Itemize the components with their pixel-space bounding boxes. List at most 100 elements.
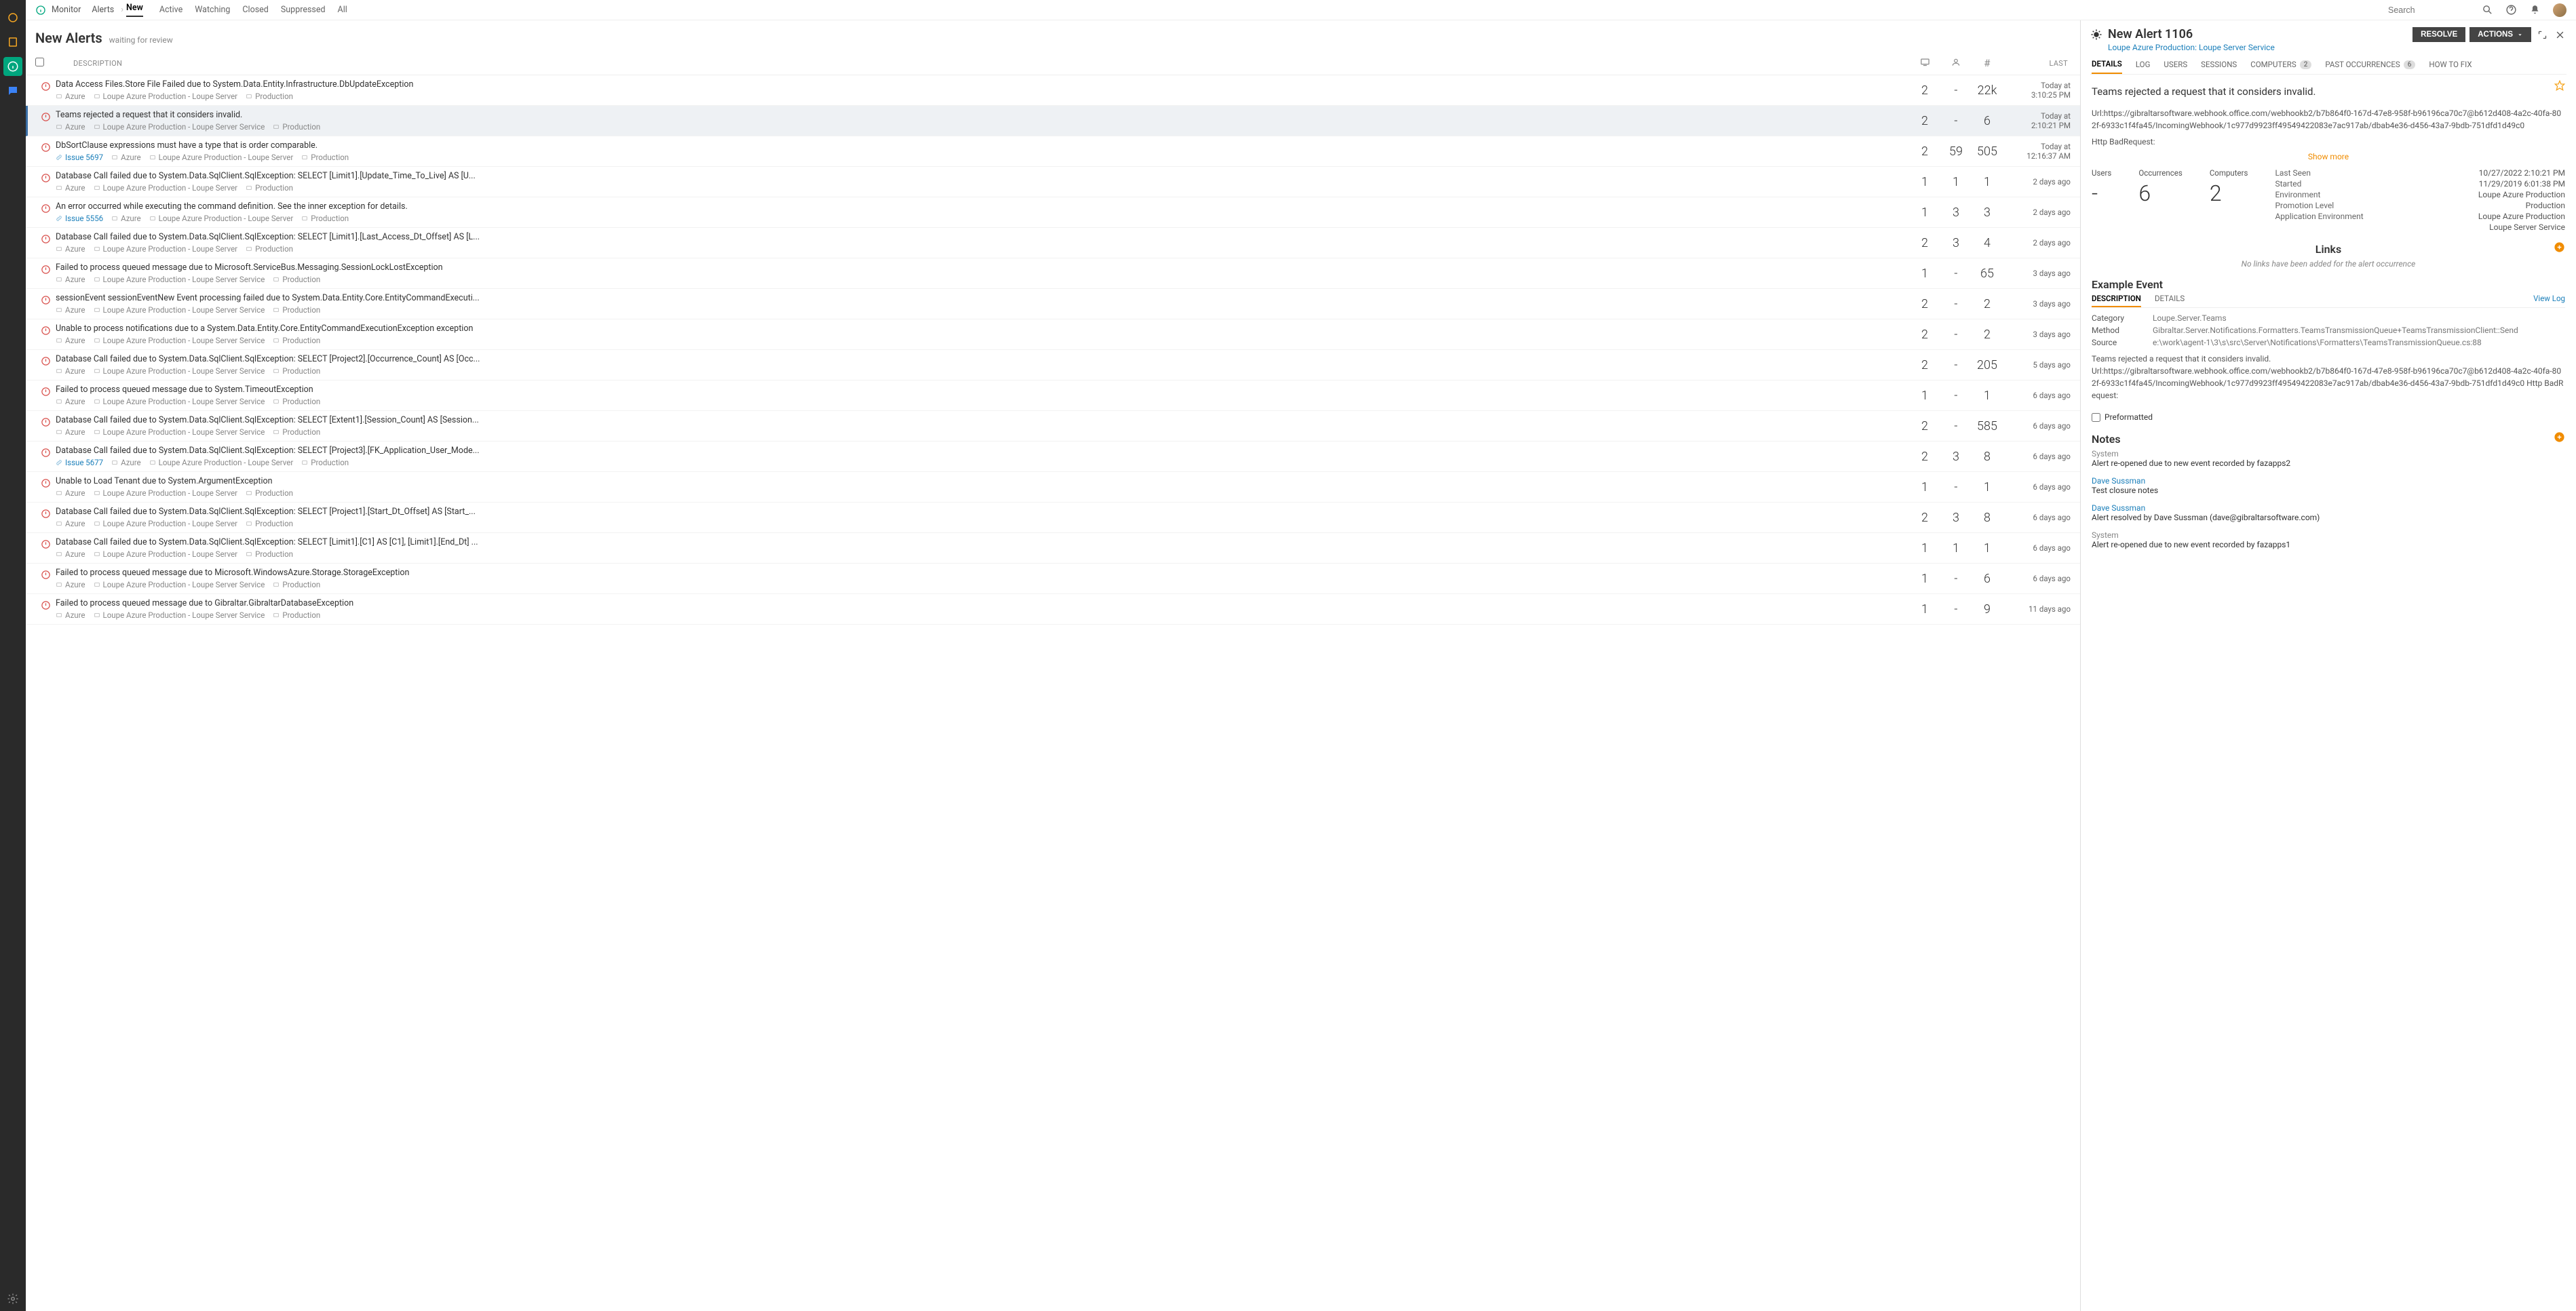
col-users: - xyxy=(1940,602,1972,617)
example-event-title: Example Event xyxy=(2092,278,2565,291)
crumb-alerts[interactable]: Alerts xyxy=(92,5,114,15)
alert-title: Data Access Files.Store File Failed due … xyxy=(56,79,1909,90)
user-avatar[interactable] xyxy=(2553,3,2567,17)
col-count: 1 xyxy=(1972,389,2003,403)
col-computers: 2 xyxy=(1909,236,1940,250)
tab-past-occurrences[interactable]: PAST OCCURRENCES6 xyxy=(2325,59,2415,74)
tab-sessions[interactable]: SESSIONS xyxy=(2201,59,2237,74)
alert-row[interactable]: Failed to process queued message due to … xyxy=(26,564,2080,594)
add-note-button[interactable] xyxy=(2554,431,2565,446)
alert-row[interactable]: Failed to process queued message due to … xyxy=(26,594,2080,625)
kv-promo-v: Production xyxy=(2377,201,2565,210)
tab-active[interactable]: Active xyxy=(159,5,182,15)
page-subtitle: waiting for review xyxy=(109,35,173,45)
view-log-link[interactable]: View Log xyxy=(2533,294,2565,307)
alert-row[interactable]: Database Call failed due to System.Data.… xyxy=(26,533,2080,564)
actions-button[interactable]: ACTIONS xyxy=(2469,27,2531,42)
col-last: 6 days ago xyxy=(2003,446,2071,467)
rail-item-2[interactable] xyxy=(3,33,22,52)
alert-row[interactable]: Database Call failed due to System.Data.… xyxy=(26,411,2080,442)
alert-row[interactable]: Teams rejected a request that it conside… xyxy=(26,106,2080,136)
rail-item-chat[interactable] xyxy=(3,81,22,100)
resolve-button[interactable]: RESOLVE xyxy=(2412,27,2465,42)
search-icon[interactable] xyxy=(2482,4,2493,16)
alert-row[interactable]: Failed to process queued message due to … xyxy=(26,380,2080,411)
alert-row[interactable]: sessionEvent sessionEventNew Event proce… xyxy=(26,289,2080,319)
col-computers: 2 xyxy=(1909,144,1940,159)
col-count: 1 xyxy=(1972,541,2003,555)
alert-row[interactable]: Database Call failed due to System.Data.… xyxy=(26,350,2080,380)
subtab-details[interactable]: DETAILS xyxy=(2155,294,2185,307)
env-tag: Production xyxy=(273,305,320,315)
col-last: 6 days ago xyxy=(2003,537,2071,559)
col-computers: 1 xyxy=(1909,389,1940,403)
note-author: System xyxy=(2092,449,2565,458)
tenant-tag: Azure xyxy=(56,275,85,284)
expand-button[interactable] xyxy=(2535,28,2549,41)
select-all-checkbox[interactable] xyxy=(35,58,44,66)
tab-computers[interactable]: COMPUTERS2 xyxy=(2250,59,2311,74)
col-users: 59 xyxy=(1940,144,1972,159)
add-link-button[interactable] xyxy=(2554,241,2565,256)
alert-row[interactable]: Database Call failed due to System.Data.… xyxy=(26,503,2080,533)
issue-link[interactable]: Issue 5697 xyxy=(56,153,103,162)
preformatted-checkbox[interactable] xyxy=(2092,413,2100,422)
alert-row[interactable]: Database Call failed due to System.Data.… xyxy=(26,167,2080,197)
rail-item-1[interactable] xyxy=(3,8,22,27)
rail-item-monitor[interactable] xyxy=(3,57,22,76)
alert-row[interactable]: Failed to process queued message due to … xyxy=(26,258,2080,289)
issue-link[interactable]: Issue 5677 xyxy=(56,458,103,467)
tab-all[interactable]: All xyxy=(338,5,347,15)
links-empty: No links have been added for the alert o… xyxy=(2092,259,2565,269)
note-author[interactable]: Dave Sussman xyxy=(2092,503,2565,513)
col-users: 1 xyxy=(1940,175,1972,189)
search-input[interactable] xyxy=(2388,5,2469,15)
alert-burst-icon xyxy=(2090,28,2102,41)
bell-icon[interactable] xyxy=(2529,4,2541,16)
crumb-new[interactable]: New xyxy=(126,3,143,17)
alert-row[interactable]: DbSortClause expressions must have a typ… xyxy=(26,136,2080,167)
alert-row[interactable]: Unable to process notifications due to a… xyxy=(26,319,2080,350)
app-tag: Loupe Azure Production - Loupe Server Se… xyxy=(94,397,265,406)
desc-line-2: Http BadRequest: xyxy=(2092,136,2565,148)
tenant-tag: Azure xyxy=(56,122,85,132)
close-icon xyxy=(2555,30,2565,40)
tab-log[interactable]: LOG xyxy=(2136,59,2151,74)
note-author[interactable]: Dave Sussman xyxy=(2092,476,2565,486)
alert-icon xyxy=(35,262,50,284)
tab-details[interactable]: DETAILS xyxy=(2092,59,2122,74)
stat-users-value: - xyxy=(2092,180,2111,206)
show-more-link[interactable]: Show more xyxy=(2092,152,2565,161)
tenant-tag: Azure xyxy=(111,214,141,223)
tab-watching[interactable]: Watching xyxy=(195,5,230,15)
alert-row[interactable]: Data Access Files.Store File Failed due … xyxy=(26,75,2080,106)
alert-icon xyxy=(35,507,50,528)
tab-closed[interactable]: Closed xyxy=(242,5,268,15)
kv-env-k: Environment xyxy=(2275,190,2377,199)
alert-row[interactable]: Database Call failed due to System.Data.… xyxy=(26,442,2080,472)
col-last: 3 days ago xyxy=(2003,262,2071,284)
kv-appenv-k: Application Environment xyxy=(2275,212,2377,221)
close-button[interactable] xyxy=(2553,28,2567,41)
env-tag: Production xyxy=(246,488,293,498)
subtab-description[interactable]: DESCRIPTION xyxy=(2092,294,2141,307)
app-tag: Loupe Azure Production - Loupe Server xyxy=(94,488,238,498)
notes-list: SystemAlert re-opened due to new event r… xyxy=(2092,449,2565,549)
alert-row[interactable]: Database Call failed due to System.Data.… xyxy=(26,228,2080,258)
env-tag: Production xyxy=(301,214,349,223)
rail-item-settings[interactable] xyxy=(3,1289,22,1308)
detail-subtitle-link[interactable]: Loupe Azure Production: Loupe Server Ser… xyxy=(2108,43,2412,52)
col-count: 22k xyxy=(1972,83,2003,98)
issue-link[interactable]: Issue 5556 xyxy=(56,214,103,223)
help-icon[interactable] xyxy=(2505,4,2517,16)
alert-row[interactable]: Unable to Load Tenant due to System.Argu… xyxy=(26,472,2080,503)
kv-promo-k: Promotion Level xyxy=(2275,201,2377,210)
tab-users[interactable]: USERS xyxy=(2164,59,2187,74)
tenant-tag: Azure xyxy=(56,244,85,254)
col-computers: 2 xyxy=(1909,450,1940,464)
tab-how-to-fix[interactable]: HOW TO FIX xyxy=(2429,59,2472,74)
tab-suppressed[interactable]: Suppressed xyxy=(281,5,326,15)
star-button[interactable] xyxy=(2554,80,2565,91)
crumb-monitor[interactable]: Monitor xyxy=(52,5,81,15)
alert-row[interactable]: An error occurred while executing the co… xyxy=(26,197,2080,228)
